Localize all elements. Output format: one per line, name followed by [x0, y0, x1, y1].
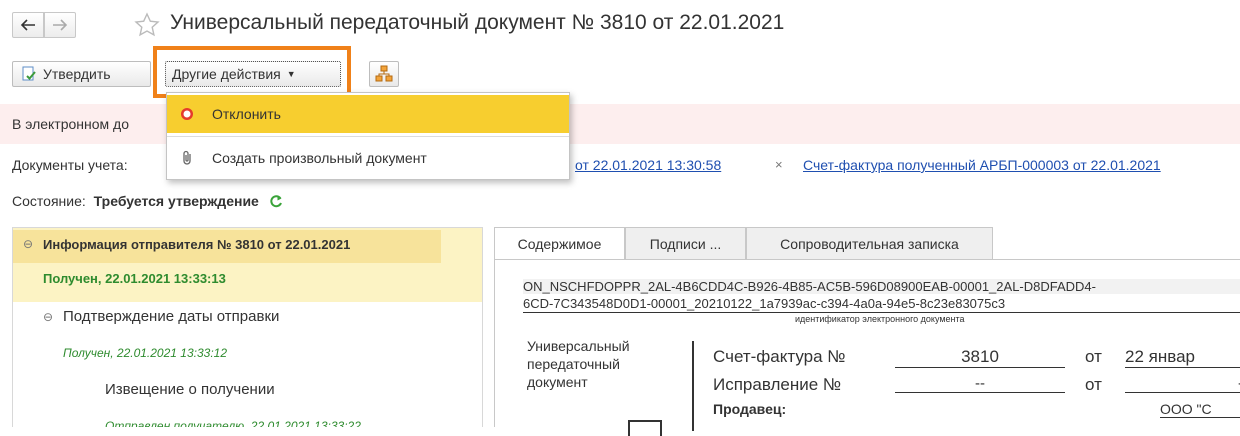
link-separator[interactable]: × — [775, 157, 783, 172]
info-banner-text: В электронном до — [12, 116, 130, 132]
tree-child-title[interactable]: Подтверждение даты отправки — [63, 308, 279, 325]
collapse-icon[interactable]: ⊖ — [43, 310, 53, 324]
structure-button[interactable] — [369, 61, 399, 87]
favorite-star-icon[interactable] — [134, 12, 160, 43]
document-id-caption: идентификатор электронного документа — [795, 314, 965, 324]
exchange-tree[interactable]: ⊖ Информация отправителя № 3810 от 22.01… — [12, 227, 483, 427]
document-id-line-1: ON_NSCHFDOPPR_2AL-4B6CDD4C-B926-4B85-AC5… — [523, 279, 1240, 294]
approve-button-label: Утвердить — [43, 66, 111, 82]
highlight-frame — [153, 46, 351, 98]
menu-divider — [167, 136, 569, 137]
tree-child-status: Получен, 22.01.2021 13:33:12 — [63, 346, 227, 360]
accounting-doc-link-2[interactable]: Счет-фактура полученный АРБП-000003 от 2… — [803, 157, 1161, 173]
menu-item-create-document[interactable]: Создать произвольный документ — [167, 139, 569, 177]
paperclip-icon — [183, 150, 191, 165]
accounting-doc-link-1[interactable]: от 22.01.2021 13:30:58 — [575, 157, 721, 173]
invoice-date: 22 январ — [1125, 347, 1240, 368]
upd-label-line-3: документ — [527, 374, 588, 390]
arrow-right-icon — [53, 19, 68, 31]
correction-number: -- — [895, 375, 1065, 393]
invoice-label: Счет-фактура № — [713, 347, 846, 366]
tab-cover-note-label: Сопроводительная записка — [780, 235, 959, 252]
tree-notice-status: Отправлен получателю, 22.01.2021 13:33:2… — [105, 419, 361, 427]
tab-signatures-label: Подписи ... — [649, 235, 722, 252]
menu-item-create-document-label: Создать произвольный документ — [212, 150, 427, 166]
accounting-docs-label: Документы учета: — [12, 157, 128, 173]
upd-label: Универсальный передаточный документ — [527, 337, 630, 391]
document-box — [628, 420, 662, 436]
tree-root-status: Получен, 22.01.2021 13:33:13 — [43, 271, 226, 286]
approve-doc-icon — [22, 66, 36, 81]
vertical-divider — [692, 341, 694, 431]
other-actions-menu: Отклонить Создать произвольный документ — [166, 92, 570, 180]
correction-from-label: от — [1085, 375, 1102, 394]
seller-value: ООО "С — [1160, 401, 1240, 418]
upd-label-line-2: передаточный — [527, 356, 620, 372]
forward-button[interactable] — [44, 12, 76, 38]
tab-signatures[interactable]: Подписи ... — [625, 227, 746, 259]
collapse-icon[interactable]: ⊖ — [23, 237, 33, 251]
tab-content[interactable]: Содержимое — [494, 227, 625, 260]
document-id-line-2: 6CD-7C343548D0D1-00001_20210122_1a7939ac… — [523, 296, 1006, 311]
approve-button[interactable]: Утвердить — [12, 61, 151, 87]
invoice-number: 3810 — [895, 347, 1065, 368]
document-view: ON_NSCHFDOPPR_2AL-4B6CDD4C-B926-4B85-AC5… — [494, 259, 1240, 436]
refresh-icon[interactable] — [269, 194, 283, 208]
upd-label-line-1: Универсальный — [527, 338, 630, 354]
state-label: Состояние: — [12, 193, 86, 209]
reject-icon — [181, 108, 193, 120]
tree-notice-title[interactable]: Извещение о получении — [105, 381, 275, 398]
state-row: Состояние: Требуется утверждение — [12, 193, 283, 209]
correction-label: Исправление № — [713, 375, 842, 394]
correction-date: - — [1125, 375, 1240, 393]
id-underline — [523, 312, 1240, 313]
back-button[interactable] — [12, 12, 44, 38]
page-title: Универсальный передаточный документ № 38… — [170, 11, 785, 34]
menu-item-reject-label: Отклонить — [212, 106, 281, 122]
tab-content-label: Содержимое — [517, 236, 602, 252]
invoice-from-label: от — [1085, 347, 1102, 366]
tree-root-title[interactable]: Информация отправителя № 3810 от 22.01.2… — [43, 237, 350, 252]
tab-cover-note[interactable]: Сопроводительная записка — [746, 227, 993, 259]
arrow-left-icon — [20, 19, 35, 31]
menu-item-reject[interactable]: Отклонить — [167, 95, 569, 133]
state-value: Требуется утверждение — [93, 193, 259, 209]
seller-label: Продавец: — [713, 401, 787, 417]
hierarchy-icon — [375, 65, 393, 82]
